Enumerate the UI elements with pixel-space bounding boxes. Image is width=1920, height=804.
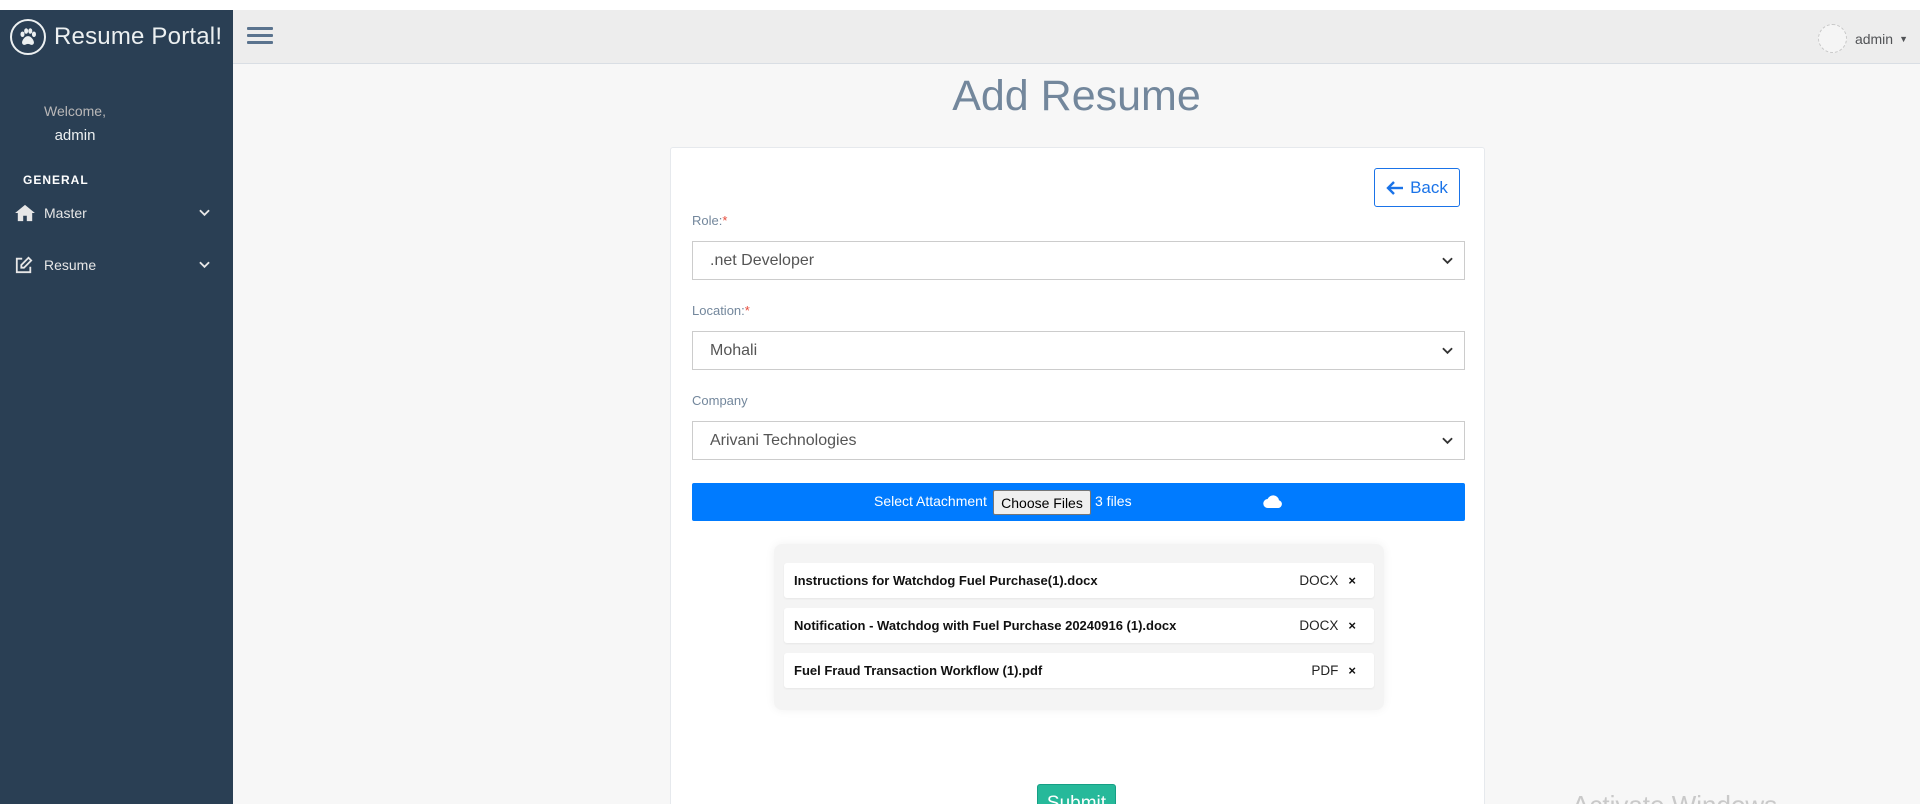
- sidebar-item-label: Resume: [44, 257, 97, 273]
- chevron-down-icon: [199, 207, 211, 219]
- location-select-value: Mohali: [710, 341, 758, 359]
- file-type: PDF: [1311, 663, 1339, 678]
- browser-top-strip: [0, 0, 1920, 10]
- remove-file-button[interactable]: ×: [1348, 663, 1356, 678]
- file-item: Fuel Fraud Transaction Workflow (1).pdf …: [784, 653, 1374, 688]
- location-select[interactable]: Mohali: [692, 331, 1465, 370]
- sidebar-item-master[interactable]: Master: [0, 187, 233, 239]
- brand[interactable]: Resume Portal!: [0, 10, 233, 63]
- role-field: Role:* .net Developer: [692, 213, 1465, 280]
- edit-icon: [14, 255, 38, 275]
- page-title: Add Resume: [952, 72, 1201, 120]
- company-select-value: Arivani Technologies: [710, 431, 857, 449]
- location-field: Location:* Mohali: [692, 303, 1465, 370]
- file-type: DOCX: [1299, 573, 1339, 588]
- chevron-down-icon: [199, 259, 211, 271]
- home-icon: [14, 203, 38, 223]
- top-navbar: admin ▼: [233, 10, 1920, 64]
- attachment-bar[interactable]: Select Attachment Choose Files 3 files: [692, 483, 1465, 521]
- avatar: [1817, 24, 1847, 53]
- section-title-general: GENERAL: [23, 173, 89, 187]
- chevron-down-icon: [1442, 345, 1454, 357]
- paw-icon: [10, 18, 46, 55]
- form-card: Back Role:* .net Developer Location:* Mo…: [670, 147, 1485, 804]
- caret-down-icon: ▼: [1899, 33, 1908, 44]
- arrow-left-icon: [1386, 180, 1404, 195]
- files-count: 3 files: [1095, 493, 1132, 509]
- back-button[interactable]: Back: [1374, 168, 1460, 207]
- remove-file-button[interactable]: ×: [1348, 573, 1356, 588]
- chevron-down-icon: [1442, 435, 1454, 447]
- brand-title: Resume Portal!: [54, 22, 223, 50]
- sidebar: Resume Portal! Welcome, admin GENERAL Ma…: [0, 10, 233, 804]
- sidebar-item-resume[interactable]: Resume: [0, 239, 233, 291]
- welcome-user: admin: [54, 127, 96, 144]
- role-select[interactable]: .net Developer: [692, 241, 1465, 280]
- remove-file-button[interactable]: ×: [1348, 618, 1356, 633]
- role-select-value: .net Developer: [710, 251, 815, 269]
- role-label: Role:*: [692, 213, 728, 228]
- file-list: Instructions for Watchdog Fuel Purchase(…: [774, 544, 1384, 710]
- sidebar-item-label: Master: [44, 205, 87, 221]
- welcome-block: Welcome, admin: [0, 103, 150, 144]
- file-name: Fuel Fraud Transaction Workflow (1).pdf: [794, 663, 1043, 678]
- file-name: Instructions for Watchdog Fuel Purchase(…: [794, 573, 1098, 588]
- attachment-label: Select Attachment: [874, 493, 987, 509]
- file-item: Instructions for Watchdog Fuel Purchase(…: [784, 563, 1374, 598]
- back-button-label: Back: [1410, 177, 1448, 197]
- cloud-icon: [1263, 494, 1283, 510]
- file-name: Notification - Watchdog with Fuel Purcha…: [794, 618, 1177, 633]
- user-name: admin: [1854, 30, 1894, 47]
- required-mark: *: [722, 213, 728, 228]
- submit-button[interactable]: Submit: [1037, 784, 1116, 804]
- file-item: Notification - Watchdog with Fuel Purcha…: [784, 608, 1374, 643]
- company-select[interactable]: Arivani Technologies: [692, 421, 1465, 460]
- welcome-label: Welcome,: [44, 103, 106, 119]
- required-mark: *: [744, 303, 750, 318]
- menu-toggle-icon[interactable]: [247, 23, 273, 49]
- chevron-down-icon: [1442, 255, 1454, 267]
- file-type: DOCX: [1299, 618, 1339, 633]
- choose-files-button[interactable]: Choose Files: [993, 490, 1091, 515]
- location-label: Location:*: [692, 303, 750, 318]
- company-field: Company Arivani Technologies: [692, 393, 1465, 460]
- company-label: Company: [692, 393, 748, 408]
- activate-windows-watermark: Activate Windows: [1572, 790, 1777, 804]
- user-menu[interactable]: admin ▼: [1817, 24, 1908, 53]
